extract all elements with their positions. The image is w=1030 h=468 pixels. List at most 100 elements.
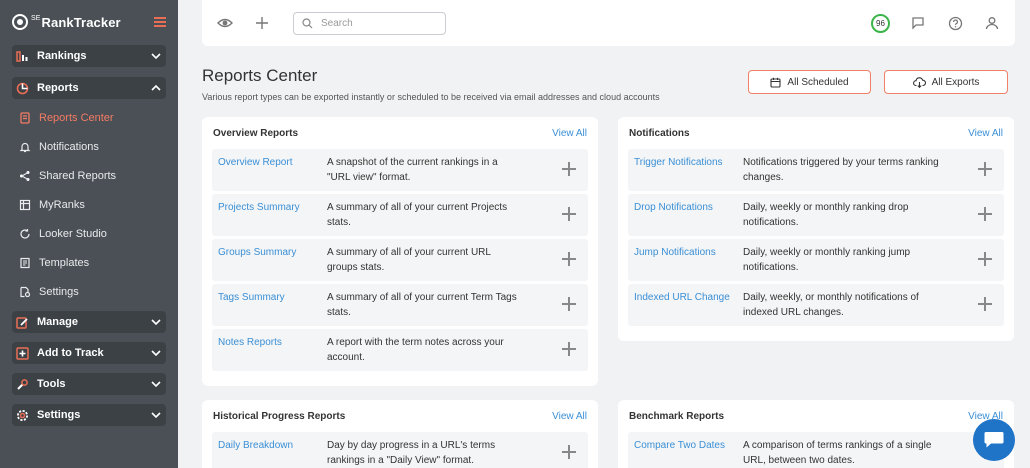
report-name[interactable]: Tags Summary [218, 290, 327, 305]
sidebar-item-templates[interactable]: Templates [0, 248, 178, 277]
card-title: Overview Reports [213, 127, 299, 139]
report-row[interactable]: Tags Summary A summary of all of your cu… [212, 284, 588, 326]
add-icon[interactable] [978, 162, 992, 176]
nav-group-label: Rankings [37, 50, 87, 62]
nav-group-manage[interactable]: Manage [12, 311, 166, 333]
report-row[interactable]: Trigger Notifications Notifications trig… [628, 149, 1004, 191]
all-exports-button[interactable]: All Exports [884, 70, 1008, 94]
all-scheduled-label: All Scheduled [787, 76, 849, 88]
nav-group-reports[interactable]: Reports [12, 77, 166, 99]
add-icon[interactable] [978, 207, 992, 221]
nav-group-label: Reports [37, 82, 79, 94]
support-chat-button[interactable] [973, 419, 1015, 461]
add-icon[interactable] [562, 297, 576, 311]
chevron-down-icon [151, 412, 161, 419]
sidebar-item-notifications[interactable]: Notifications [0, 132, 178, 161]
add-icon[interactable] [978, 297, 992, 311]
page-subtitle: Various report types can be exported ins… [202, 92, 660, 102]
add-icon[interactable] [562, 445, 576, 459]
nav-group-add-to-track[interactable]: Add to Track [12, 342, 166, 364]
nav-group-label: Manage [37, 316, 78, 328]
user-icon[interactable] [983, 14, 1001, 32]
logo-row: SERankTracker [0, 0, 178, 44]
add-icon[interactable] [562, 252, 576, 266]
sidebar-item-label: Shared Reports [39, 169, 117, 182]
report-row[interactable]: Daily Breakdown Day by day progress in a… [212, 432, 588, 468]
report-name[interactable]: Groups Summary [218, 245, 327, 260]
sidebar-item-shared-reports[interactable]: Shared Reports [0, 161, 178, 190]
add-icon[interactable] [978, 252, 992, 266]
chevron-up-icon [151, 84, 161, 91]
report-row[interactable]: Compare Two Dates A comparison of terms … [628, 432, 1004, 468]
report-description: Notifications triggered by your terms ra… [743, 157, 939, 183]
nav-group-label: Tools [37, 378, 66, 390]
report-name[interactable]: Indexed URL Change [634, 290, 743, 305]
search-field[interactable] [293, 11, 446, 35]
card-title: Historical Progress Reports [213, 410, 346, 422]
report-name[interactable]: Notes Reports [218, 335, 327, 350]
sidebar-item-report-settings[interactable]: Settings [0, 277, 178, 306]
report-description: Day by day progress in a URL's terms ran… [327, 440, 496, 466]
report-name[interactable]: Jump Notifications [634, 245, 743, 260]
gear-icon [16, 409, 29, 422]
report-row[interactable]: Drop Notifications Daily, weekly or mont… [628, 194, 1004, 236]
add-icon[interactable] [562, 162, 576, 176]
report-row[interactable]: Groups Summary A summary of all of your … [212, 239, 588, 281]
nav-group-rankings[interactable]: Rankings [12, 45, 166, 67]
report-row[interactable]: Notes Reports A report with the term not… [212, 329, 588, 371]
report-row[interactable]: Jump Notifications Daily, weekly or mont… [628, 239, 1004, 281]
logo[interactable]: SERankTracker [12, 14, 121, 30]
benchmark-reports-card: Benchmark Reports View All Compare Two D… [618, 400, 1014, 468]
chevron-down-icon [151, 350, 161, 357]
hamburger-menu-icon[interactable] [154, 17, 166, 27]
report-description: A summary of all of your current Project… [327, 202, 508, 228]
card-title: Notifications [629, 127, 690, 139]
view-all-link[interactable]: View All [552, 411, 587, 422]
report-description: A comparison of terms rankings of a sing… [743, 440, 932, 466]
report-name[interactable]: Trigger Notifications [634, 155, 743, 170]
report-description: A summary of all of your current Term Ta… [327, 292, 517, 318]
pie-chart-icon [16, 82, 29, 95]
chevron-down-icon [151, 53, 161, 60]
bell-icon [18, 140, 31, 153]
sidebar-item-reports-center[interactable]: Reports Center [0, 103, 178, 132]
eye-icon[interactable] [216, 14, 234, 32]
bar-chart-icon [16, 50, 29, 63]
report-row[interactable]: Overview Report A snapshot of the curren… [212, 149, 588, 191]
view-all-link[interactable]: View All [968, 128, 1003, 139]
notifications-card: Notifications View All Trigger Notificat… [618, 117, 1014, 341]
card-title: Benchmark Reports [629, 410, 725, 422]
all-scheduled-button[interactable]: All Scheduled [748, 70, 871, 94]
page-title: Reports Center [202, 66, 318, 85]
help-icon[interactable] [946, 14, 964, 32]
table-icon [18, 198, 31, 211]
report-name[interactable]: Drop Notifications [634, 200, 743, 215]
search-input[interactable] [321, 17, 431, 29]
report-name[interactable]: Compare Two Dates [634, 438, 743, 453]
add-icon[interactable] [562, 207, 576, 221]
share-icon [18, 169, 31, 182]
topbar-right: 96 [871, 13, 1001, 33]
add-icon[interactable] [562, 342, 576, 356]
view-all-link[interactable]: View All [552, 128, 587, 139]
report-name[interactable]: Projects Summary [218, 200, 327, 215]
chat-bubble-icon [984, 432, 1004, 448]
sidebar-item-myranks[interactable]: MyRanks [0, 190, 178, 219]
file-gear-icon [18, 285, 31, 298]
report-name[interactable]: Overview Report [218, 155, 327, 170]
sidebar-item-looker-studio[interactable]: Looker Studio [0, 219, 178, 248]
all-exports-label: All Exports [931, 76, 980, 88]
cloud-download-icon [912, 76, 926, 88]
plus-icon[interactable] [253, 14, 271, 32]
report-name[interactable]: Daily Breakdown [218, 438, 327, 453]
chat-icon[interactable] [909, 14, 927, 32]
nav-group-tools[interactable]: Tools [12, 373, 166, 395]
nav-group-settings[interactable]: Settings [12, 404, 166, 426]
report-row[interactable]: Indexed URL Change Daily, weekly, or mon… [628, 284, 1004, 326]
report-description: Daily, weekly or monthly ranking jump no… [743, 247, 911, 273]
report-row[interactable]: Projects Summary A summary of all of you… [212, 194, 588, 236]
document-icon [18, 111, 31, 124]
score-badge[interactable]: 96 [871, 13, 890, 33]
report-description: A snapshot of the current rankings in a … [327, 157, 498, 183]
logo-icon [12, 14, 28, 30]
